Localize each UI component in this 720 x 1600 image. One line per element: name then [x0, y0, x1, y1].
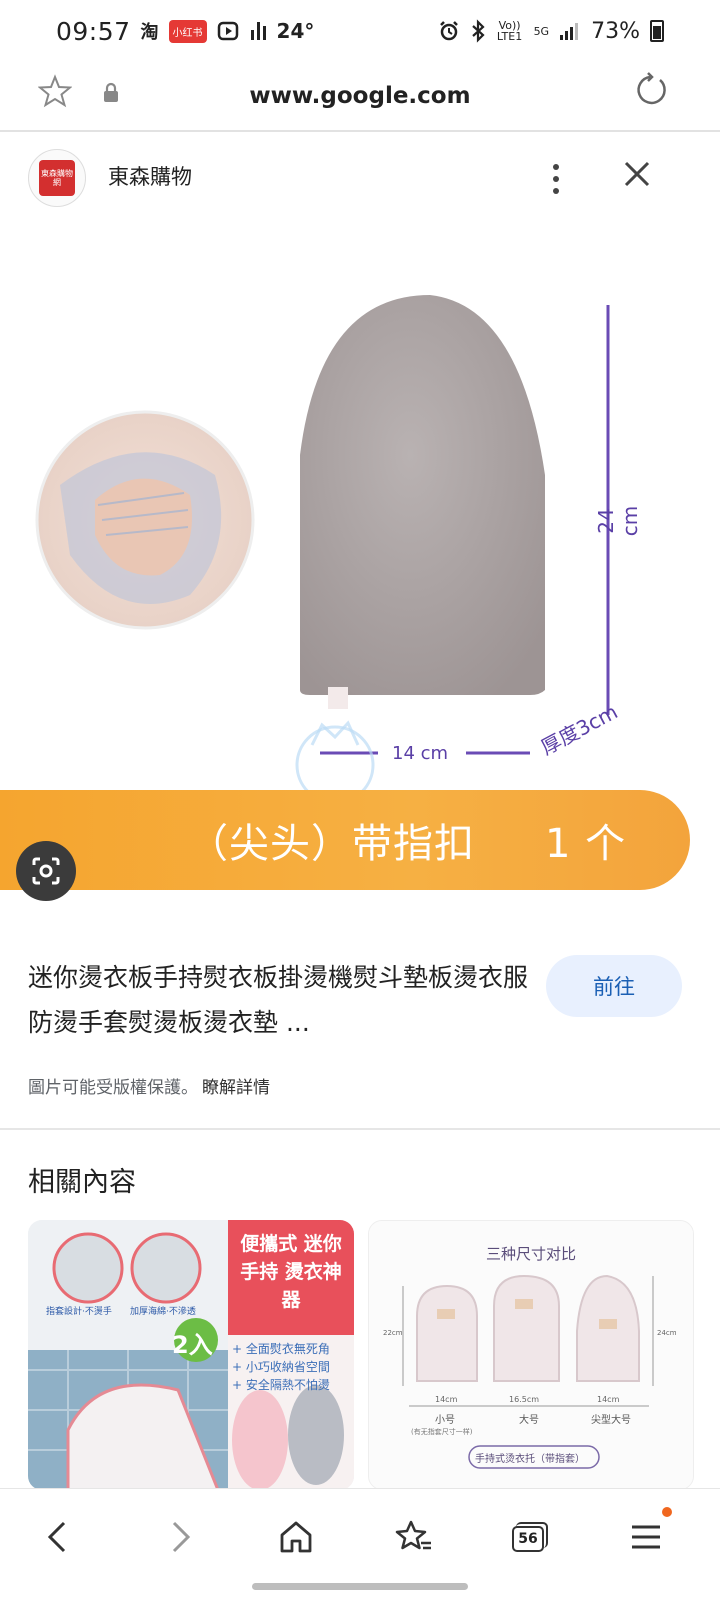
- more-options-icon[interactable]: [540, 155, 572, 203]
- card2-w-small: 14cm: [435, 1395, 458, 1404]
- cell-signal-icon: [560, 23, 579, 40]
- card1-bullet2: + 小巧收納省空間: [232, 1360, 330, 1374]
- related-card[interactable]: 便攜式 迷你手持 燙衣神器 2入 指套設計·不燙手 加厚海綿·不滲透 + 全面熨…: [28, 1220, 354, 1490]
- forward-icon: [172, 1521, 191, 1553]
- product-banner: （尖头）带指扣 1 个: [0, 790, 690, 890]
- close-icon[interactable]: [618, 155, 656, 193]
- url-text[interactable]: www.google.com: [0, 83, 720, 109]
- source-header: 東森購物網 東森購物: [0, 133, 720, 225]
- network-type: 5G: [533, 24, 550, 38]
- tabs-count: 56: [518, 1531, 538, 1547]
- card2-size-small-note: (有无指套尺寸一样): [411, 1428, 473, 1436]
- card2-h-left: 22cm: [383, 1329, 403, 1337]
- card1-bullet1: + 全面熨衣無死角: [232, 1342, 330, 1356]
- card1-tag2: 加厚海綿·不滲透: [130, 1307, 196, 1317]
- back-button[interactable]: [28, 1507, 88, 1567]
- product-image[interactable]: 24 cm 14 cm 厚度3cm （尖头）带指扣 1 个: [0, 225, 720, 925]
- tabs-button[interactable]: 56: [500, 1507, 560, 1567]
- related-heading: 相關內容: [28, 1167, 136, 1198]
- related-card[interactable]: 三种尺寸对比 22cm 24cm 14cm 16.5cm 14cm 小号 (有无…: [368, 1220, 694, 1490]
- status-right: Vo)) LTE1 5G 73%: [438, 19, 664, 44]
- volte-indicator: Vo)) LTE1: [496, 19, 523, 43]
- result-title[interactable]: 迷你燙衣板手持熨衣板掛燙機熨斗墊板燙衣服防燙手套熨燙板燙衣墊 ...: [28, 955, 528, 1045]
- card2-footer: 手持式烫衣托（带指套）: [475, 1454, 585, 1465]
- home-icon: [280, 1521, 312, 1553]
- divider: [0, 1128, 720, 1130]
- card2-w-large: 16.5cm: [509, 1395, 540, 1404]
- home-indicator[interactable]: [252, 1583, 468, 1590]
- reload-icon[interactable]: [630, 70, 670, 110]
- copyright-text: 圖片可能受版權保護。: [28, 1078, 198, 1098]
- learn-more-link[interactable]: 瞭解詳情: [202, 1078, 270, 1098]
- card2-w-pointed: 14cm: [597, 1395, 620, 1404]
- card1-badge: 2入: [172, 1331, 213, 1359]
- back-icon: [47, 1521, 66, 1553]
- menu-icon: [632, 1525, 660, 1549]
- card2-title: 三种尺寸对比: [485, 1245, 576, 1263]
- forward-button[interactable]: [150, 1507, 210, 1567]
- card2-h-right: 24cm: [657, 1329, 677, 1337]
- banner-text: （尖头）带指扣: [188, 821, 475, 867]
- lens-icon: [32, 857, 60, 885]
- bluetooth-icon: [471, 19, 485, 43]
- card2-size-large: 大号: [519, 1415, 539, 1426]
- status-bar: 09:57 淘 小红书 24° Vo)) LTE1 5G 73%: [0, 0, 720, 62]
- home-button[interactable]: [266, 1507, 326, 1567]
- go-button[interactable]: 前往: [546, 955, 682, 1017]
- source-logo: 東森購物網: [39, 160, 75, 196]
- bookmarks-button[interactable]: [384, 1507, 444, 1567]
- card2-size-small: 小号: [435, 1415, 455, 1426]
- source-avatar[interactable]: 東森購物網: [28, 149, 86, 207]
- dimension-width: 14 cm: [392, 743, 449, 764]
- taobao-icon: 淘: [140, 22, 159, 43]
- status-left: 09:57 淘 小红书 24°: [56, 17, 314, 46]
- copyright-notice: 圖片可能受版權保護。 瞭解詳情: [28, 1073, 270, 1098]
- bookmark-star-list-icon: [395, 1520, 431, 1550]
- url-bar: www.google.com: [0, 62, 720, 132]
- play-icon: [217, 21, 238, 41]
- dimension-height: 24 cm: [594, 505, 642, 537]
- source-name[interactable]: 東森購物: [108, 161, 192, 191]
- battery-icon: [650, 20, 664, 42]
- card1-bullet3: + 安全隔熱不怕燙: [232, 1378, 330, 1392]
- redbook-icon: 小红书: [168, 19, 207, 43]
- card2-size-pointed: 尖型大号: [591, 1415, 631, 1426]
- lens-search-button[interactable]: [16, 841, 76, 901]
- card1-tag1: 指套設計·不燙手: [46, 1307, 112, 1317]
- tabs-icon: 56: [512, 1522, 548, 1552]
- status-time: 09:57: [56, 16, 131, 46]
- banner-quantity: 1 个: [545, 821, 627, 867]
- card1-headline: 便攜式 迷你手持 燙衣神器: [240, 1233, 342, 1311]
- signal-bars-icon: [250, 22, 266, 40]
- menu-button[interactable]: [616, 1507, 676, 1567]
- temperature: 24°: [276, 19, 315, 43]
- alarm-icon: [439, 21, 458, 41]
- notification-dot: [662, 1507, 672, 1517]
- battery-percent: 73%: [591, 18, 640, 44]
